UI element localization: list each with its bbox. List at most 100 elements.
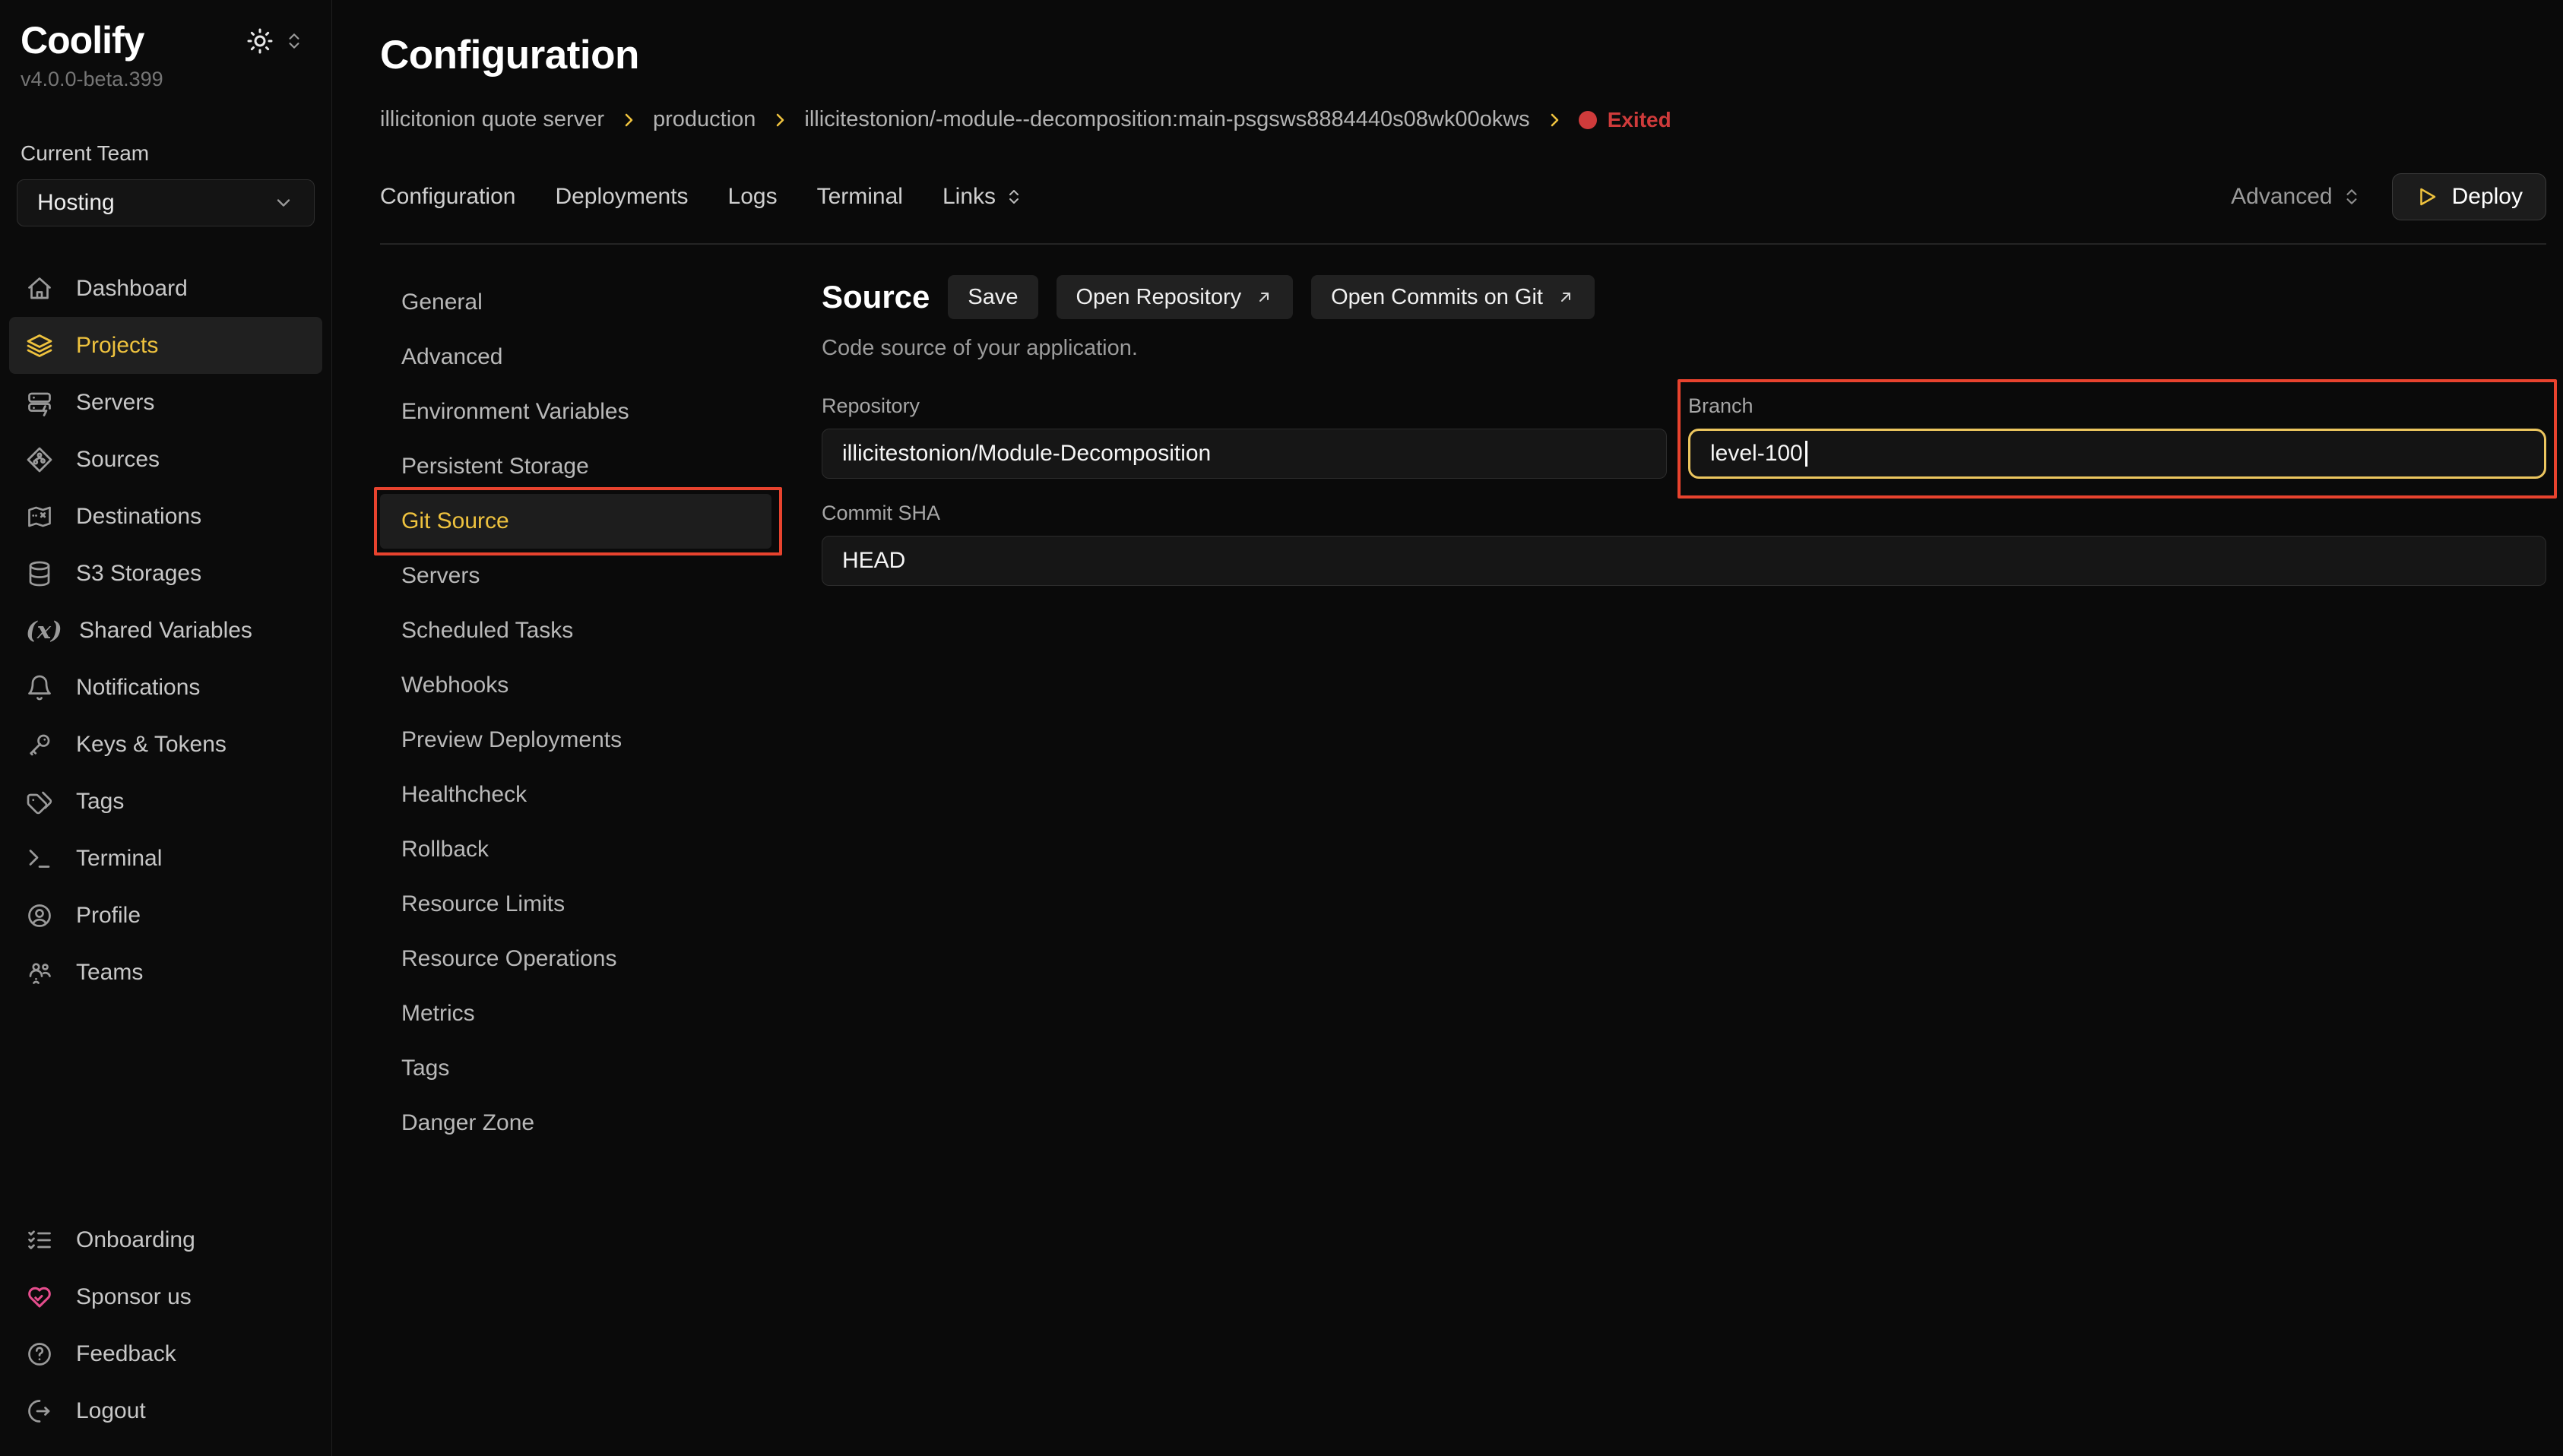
sidebar-item-sources[interactable]: Sources [9, 431, 322, 488]
sidebar-item-tags[interactable]: Tags [9, 773, 322, 830]
text-cursor [1805, 441, 1807, 467]
sidebar-footer-nav: Onboarding Sponsor us Feedback Logout [0, 1211, 331, 1439]
subnav-danger-zone[interactable]: Danger Zone [380, 1096, 771, 1151]
subnav-resource-limits[interactable]: Resource Limits [380, 877, 771, 932]
subnav-rollback[interactable]: Rollback [380, 822, 771, 877]
sidebar-item-projects[interactable]: Projects [9, 317, 322, 374]
sidebar: Coolify v4.0.0-beta.399 Current Team Hos… [0, 0, 332, 1456]
sidebar-item-label: Tags [76, 789, 124, 815]
chevron-right-icon [1545, 111, 1563, 129]
breadcrumb-project[interactable]: illicitonion quote server [380, 107, 604, 132]
variable-icon: (x) [26, 617, 56, 644]
subnav-environment-variables[interactable]: Environment Variables [380, 385, 771, 439]
sidebar-item-servers[interactable]: Servers [9, 374, 322, 431]
advanced-dropdown[interactable]: Advanced [2231, 184, 2361, 210]
heart-icon [26, 1283, 53, 1311]
tab-configuration[interactable]: Configuration [380, 184, 515, 210]
sidebar-item-profile[interactable]: Profile [9, 887, 322, 944]
tab-links[interactable]: Links [943, 184, 1023, 210]
sidebar-item-label: Feedback [76, 1341, 176, 1367]
chevrons-up-down-icon [1005, 188, 1023, 206]
deploy-label: Deploy [2452, 184, 2523, 210]
status-badge: Exited [1579, 108, 1671, 132]
sidebar-item-terminal[interactable]: Terminal [9, 830, 322, 887]
sidebar-item-label: Onboarding [76, 1227, 195, 1253]
sidebar-item-teams[interactable]: Teams [9, 944, 322, 1001]
status-text: Exited [1608, 108, 1671, 132]
open-commits-button[interactable]: Open Commits on Git [1311, 275, 1595, 319]
sidebar-item-label: Servers [76, 390, 154, 416]
tab-deployments[interactable]: Deployments [555, 184, 688, 210]
checklist-icon [26, 1227, 53, 1254]
sidebar-item-destinations[interactable]: Destinations [9, 488, 322, 545]
sidebar-item-sponsor-us[interactable]: Sponsor us [9, 1268, 322, 1325]
subnav-metrics[interactable]: Metrics [380, 986, 771, 1041]
external-link-icon [1255, 288, 1273, 306]
subnav-servers[interactable]: Servers [380, 549, 771, 603]
repository-input[interactable]: illicitestonion/Module-Decomposition [822, 429, 1667, 479]
key-icon [26, 731, 53, 758]
sidebar-item-label: Sponsor us [76, 1284, 192, 1310]
save-button[interactable]: Save [948, 275, 1038, 319]
breadcrumb-environment[interactable]: production [653, 107, 756, 132]
branch-label: Branch [1688, 394, 2546, 418]
subnav-healthcheck[interactable]: Healthcheck [380, 768, 771, 822]
sidebar-item-label: Profile [76, 903, 141, 929]
team-select-value: Hosting [37, 190, 115, 216]
branch-field: Branch level-100 [1688, 394, 2546, 479]
deploy-button[interactable]: Deploy [2392, 173, 2546, 220]
subnav-tags[interactable]: Tags [380, 1041, 771, 1096]
play-icon [2416, 185, 2438, 208]
sidebar-item-label: Keys & Tokens [76, 732, 227, 758]
sidebar-item-s3-storages[interactable]: S3 Storages [9, 545, 322, 602]
git-source-icon [26, 446, 53, 473]
sidebar-item-onboarding[interactable]: Onboarding [9, 1211, 322, 1268]
breadcrumb: illicitonion quote server production ill… [380, 107, 2546, 132]
sidebar-item-keys-tokens[interactable]: Keys & Tokens [9, 716, 322, 773]
sidebar-item-label: Logout [76, 1398, 146, 1424]
subnav-webhooks[interactable]: Webhooks [380, 658, 771, 713]
source-heading: Source [822, 279, 930, 315]
open-commits-label: Open Commits on Git [1331, 285, 1543, 310]
tab-terminal[interactable]: Terminal [817, 184, 903, 210]
config-subnav: General Advanced Environment Variables P… [380, 275, 794, 1151]
team-select[interactable]: Hosting [17, 179, 315, 226]
chevrons-up-down-icon [2342, 187, 2362, 207]
user-circle-icon [26, 902, 53, 929]
subnav-preview-deployments[interactable]: Preview Deployments [380, 713, 771, 768]
subnav-git-source[interactable]: Git Source [380, 494, 771, 549]
branch-input[interactable]: level-100 [1688, 429, 2546, 479]
theme-selector-chevrons-icon[interactable] [284, 31, 304, 51]
map-icon [26, 503, 53, 530]
commit-sha-input[interactable]: HEAD [822, 536, 2546, 586]
repository-field: Repository illicitestonion/Module-Decomp… [822, 394, 1667, 479]
subnav-scheduled-tasks[interactable]: Scheduled Tasks [380, 603, 771, 658]
commit-sha-field: Commit SHA HEAD [822, 502, 2546, 586]
terminal-icon [26, 845, 53, 872]
sidebar-item-feedback[interactable]: Feedback [9, 1325, 322, 1382]
repository-value: illicitestonion/Module-Decomposition [842, 441, 1211, 467]
help-circle-icon [26, 1340, 53, 1368]
sidebar-item-notifications[interactable]: Notifications [9, 659, 322, 716]
sidebar-item-label: Sources [76, 447, 160, 473]
subnav-general[interactable]: General [380, 275, 771, 330]
breadcrumb-application[interactable]: illicitestonion/-module--decomposition:m… [804, 107, 1529, 132]
sidebar-item-shared-variables[interactable]: (x) Shared Variables [9, 602, 322, 659]
layers-icon [26, 332, 53, 359]
subnav-advanced[interactable]: Advanced [380, 330, 771, 385]
tab-links-label: Links [943, 184, 996, 210]
commit-sha-value: HEAD [842, 548, 905, 574]
tab-logs[interactable]: Logs [728, 184, 778, 210]
sidebar-item-logout[interactable]: Logout [9, 1382, 322, 1439]
sidebar-item-label: Teams [76, 960, 143, 986]
subnav-persistent-storage[interactable]: Persistent Storage [380, 439, 771, 494]
database-icon [26, 560, 53, 587]
server-icon [26, 389, 53, 416]
sidebar-item-dashboard[interactable]: Dashboard [9, 260, 322, 317]
app-version: v4.0.0-beta.399 [0, 68, 331, 91]
source-form: Source Save Open Repository Open Commits… [794, 275, 2546, 1151]
sun-icon[interactable] [246, 27, 274, 55]
subnav-resource-operations[interactable]: Resource Operations [380, 932, 771, 986]
open-repository-button[interactable]: Open Repository [1057, 275, 1294, 319]
sidebar-item-label: Dashboard [76, 276, 188, 302]
